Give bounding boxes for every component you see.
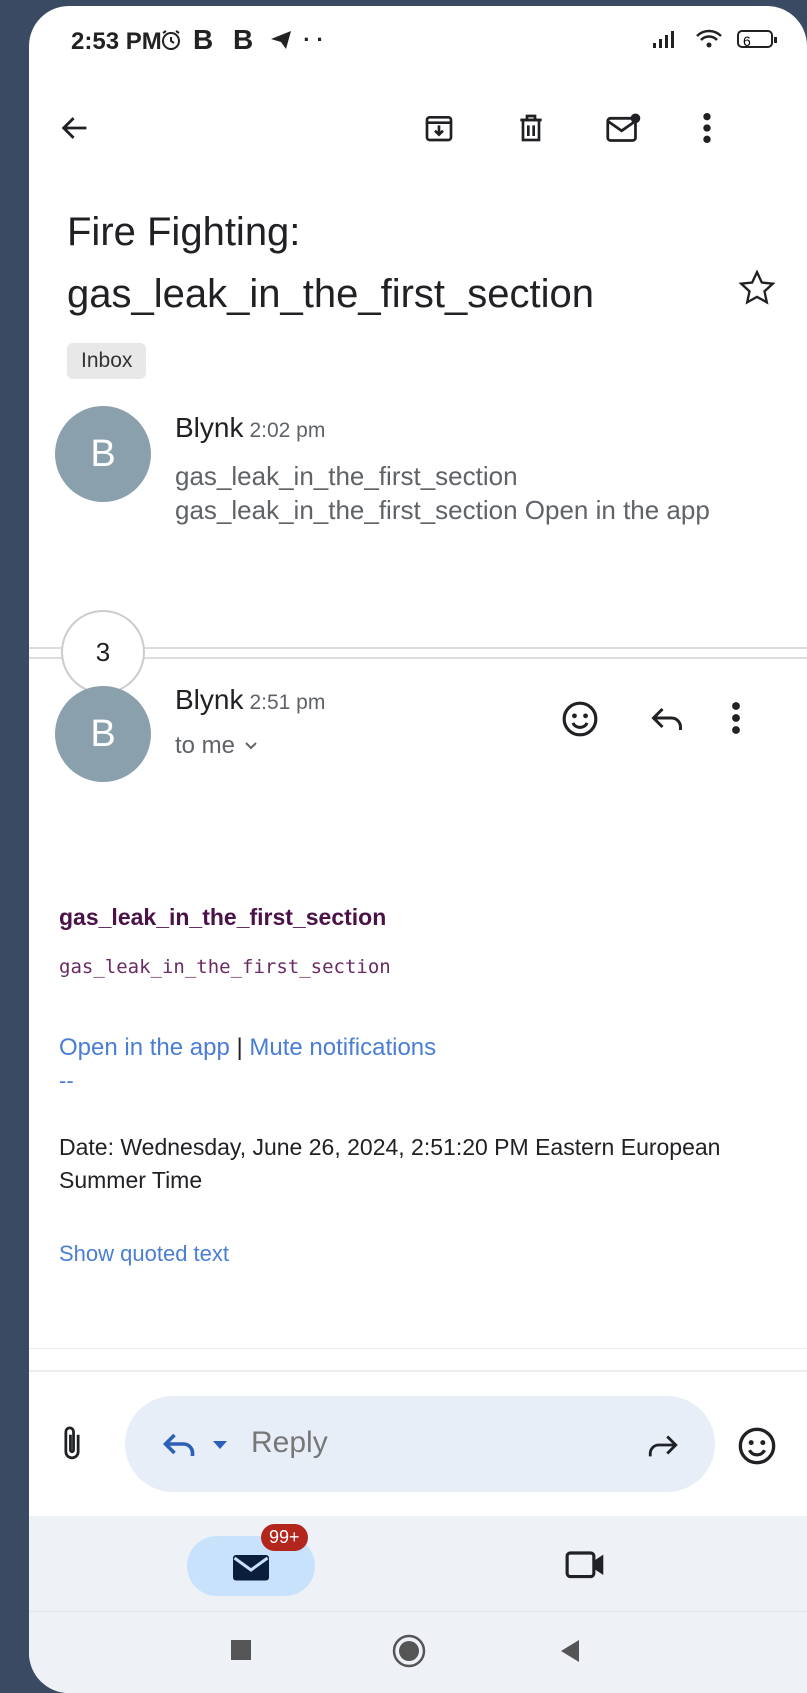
avatar[interactable]: B — [55, 406, 151, 502]
bottom-navigation — [29, 1516, 807, 1611]
open-in-app-link[interactable]: Open in the app — [59, 1034, 230, 1061]
message-links: Open in the app | Mute notifications — [59, 1034, 436, 1062]
unread-badge: 99+ — [261, 1524, 308, 1551]
forward-icon[interactable] — [646, 1430, 680, 1465]
divider — [29, 1370, 807, 1372]
archive-icon[interactable] — [417, 106, 461, 150]
sender-name: Blynk — [175, 412, 244, 443]
star-icon[interactable] — [737, 268, 777, 308]
battery-icon: 6 — [737, 30, 777, 49]
mail-unread-icon[interactable] — [601, 106, 645, 150]
status-right: 6 — [651, 28, 777, 50]
trash-icon[interactable] — [509, 106, 553, 150]
phone-screen: 2:53 PM B B ·· 6 Fire Fighting: gas_leak… — [29, 6, 807, 1693]
mail-icon — [231, 1552, 271, 1587]
home-icon[interactable] — [392, 1634, 426, 1673]
subject-title: Fire Fighting: gas_leak_in_the_first_sec… — [67, 201, 687, 325]
status-notification-icons: B B ·· — [159, 24, 330, 56]
back-nav-icon[interactable] — [559, 1638, 581, 1669]
recipient-details-toggle[interactable]: to me — [175, 732, 259, 760]
telegram-icon — [271, 31, 292, 49]
reply-placeholder[interactable]: Reply — [251, 1426, 328, 1460]
message-time: 2:51 pm — [249, 691, 326, 714]
avatar[interactable]: B — [55, 686, 151, 782]
recipient-label: to me — [175, 732, 236, 759]
message-time: 2:02 pm — [249, 419, 326, 442]
emoji-react-icon[interactable] — [561, 700, 599, 743]
divider — [29, 1348, 807, 1349]
reply-type-icon[interactable] — [161, 1428, 197, 1465]
message-2-header: Blynk 2:51 pm — [175, 684, 325, 716]
collapsed-count[interactable]: 3 — [61, 610, 145, 694]
message-body-title: gas_leak_in_the_first_section — [59, 904, 387, 930]
chevron-down-icon — [245, 742, 257, 750]
show-quoted-text-link[interactable]: Show quoted text — [59, 1241, 229, 1267]
mute-notifications-link[interactable]: Mute notifications — [249, 1034, 436, 1061]
battery-level: 6 — [743, 33, 751, 49]
signal-icon — [653, 31, 674, 48]
reply-icon[interactable] — [649, 702, 685, 739]
meet-video-icon[interactable] — [564, 1546, 608, 1587]
alarm-icon — [162, 30, 180, 50]
inbox-label-chip[interactable]: Inbox — [67, 343, 147, 379]
emoji-icon[interactable] — [737, 1426, 777, 1471]
message-body-text: gas_leak_in_the_first_section — [59, 956, 391, 978]
link-separator: | — [236, 1034, 243, 1061]
app-icons-text: B B — [193, 24, 260, 55]
message-date: Date: Wednesday, June 26, 2024, 2:51:20 … — [59, 1134, 721, 1193]
caret-down-icon[interactable] — [211, 1438, 229, 1456]
recents-icon[interactable] — [229, 1638, 253, 1667]
subject-line-2: gas_leak_in_the_first_section — [67, 272, 595, 316]
wifi-icon — [696, 29, 722, 48]
more-notifications-icon: ·· — [303, 27, 330, 52]
snippet-line-2: gas_leak_in_the_first_section Open in th… — [175, 495, 710, 525]
more-vert-icon[interactable] — [685, 106, 729, 150]
attachment-icon[interactable] — [61, 1424, 83, 1469]
message-more-icon[interactable] — [730, 700, 742, 741]
collapsed-messages-bar[interactable] — [29, 647, 807, 659]
message-1-header[interactable]: Blynk 2:02 pm — [175, 412, 325, 444]
back-arrow-icon[interactable] — [53, 106, 97, 150]
signature-dashes: -- — [59, 1068, 74, 1093]
subject-line-1: Fire Fighting: — [67, 210, 301, 254]
sender-name: Blynk — [175, 684, 244, 715]
message-1-snippet[interactable]: gas_leak_in_the_first_section gas_leak_i… — [175, 459, 710, 527]
snippet-line-1: gas_leak_in_the_first_section — [175, 461, 518, 491]
status-time: 2:53 PM — [71, 28, 162, 55]
